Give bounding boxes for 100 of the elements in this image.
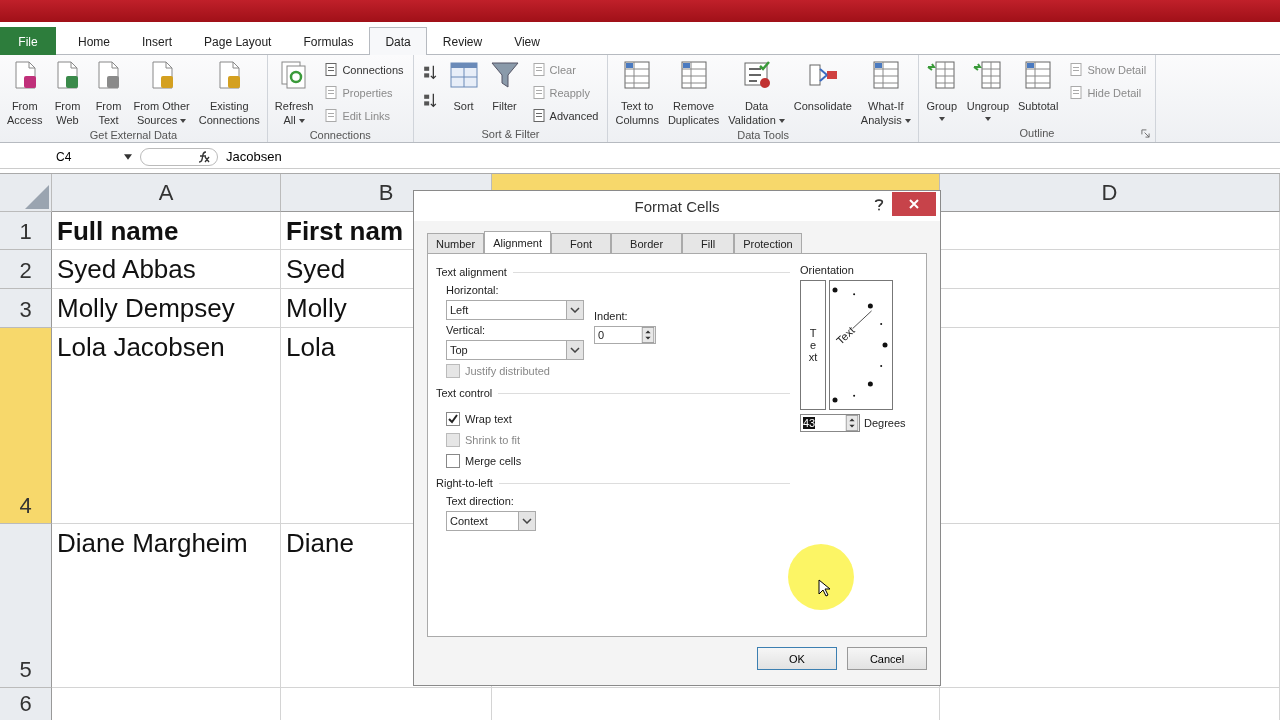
table-cell: Molly Dempsey [52,289,281,328]
outline-icon [925,59,958,91]
document-icon [531,62,546,77]
ribbon-button[interactable]: From Access [3,59,47,127]
ribbon-button[interactable]: Connections [321,59,407,80]
field-label: Indent: [594,310,628,324]
chevron-down-icon [570,347,580,353]
function-icon[interactable] [197,149,211,164]
ribbon-button[interactable]: From Text [88,59,129,127]
vertical-text-option[interactable]: Text [800,280,826,410]
ribbon-tab[interactable]: File [0,27,56,55]
group-label: Get External Data [89,128,178,141]
document-icon [324,85,339,100]
dialog-button[interactable]: Cancel [847,647,927,670]
ribbon-button[interactable]: Refresh All [270,59,318,127]
chevron-down-icon [570,307,580,313]
ribbon-button[interactable]: Advanced [528,105,602,126]
row-header[interactable]: 6 [0,688,52,720]
ribbon-button[interactable]: Sort [443,59,484,113]
table-cell: Lola Jacobsen [52,328,281,524]
checkbox[interactable] [446,412,460,426]
sort-arrow-icon [422,64,437,80]
document-icon [531,108,546,123]
ribbon-tab[interactable]: Data [369,27,427,55]
column-header[interactable]: D [940,174,1280,212]
caret-icon [984,117,991,121]
spin-arrows-icon [641,327,655,343]
table-cell: Full name [52,212,281,250]
degrees-spinner[interactable]: 43 [800,414,860,432]
ribbon-button[interactable]: Subtotal [1014,59,1063,113]
dropdown-field[interactable]: Top [446,340,584,360]
filter-icon [488,59,521,91]
ribbon-button[interactable]: What-If Analysis [856,59,915,127]
orientation-dial[interactable]: Text [829,280,893,410]
dropdown-field[interactable]: Left [446,300,584,320]
ribbon-tab[interactable]: Page Layout [188,27,288,55]
section-heading: Right-to-left [436,477,493,489]
dropdown-field[interactable]: Context [446,511,536,531]
close-icon [909,199,919,209]
document-icon [1069,62,1084,77]
row-header[interactable]: 2 [0,250,52,289]
chevron-down-icon [522,518,532,524]
group-label: Sort & Filter [481,128,540,140]
row-header[interactable]: 4 [0,328,52,524]
ribbon-button[interactable]: From Other Sources [129,59,194,127]
ribbon-tab[interactable]: Formulas [287,27,370,55]
row-header[interactable]: 5 [0,524,52,688]
ribbon-tab[interactable]: Insert [126,27,189,55]
sort-arrow-icon [422,92,437,108]
section-heading: Text control [436,387,493,399]
outline-icon [971,59,1004,91]
group-label: Data Tools [737,128,790,141]
help-icon[interactable] [874,197,884,212]
name-box[interactable]: C4 [0,149,140,164]
checkbox[interactable] [446,454,460,468]
dialog-tab[interactable]: Alignment [484,231,552,253]
row-header[interactable]: 1 [0,212,52,250]
dialog-tab[interactable]: Border [611,233,683,253]
spin-arrows-icon [845,415,859,431]
group-label: Connections [309,128,371,141]
dialog-title: Format Cells [634,197,720,215]
pointer-icon [818,579,830,597]
ribbon-button[interactable]: Existing Connections [194,59,264,127]
close-button[interactable] [892,192,936,216]
sort-icon [447,59,480,91]
column-header[interactable]: A [52,174,281,212]
caret-icon [778,119,785,124]
dialog-tab[interactable]: Number [427,233,485,253]
ribbon-button[interactable]: Group [921,59,962,121]
ribbon-button[interactable]: From Web [47,59,88,127]
caret-icon [938,117,945,121]
document-icon [324,62,339,77]
ribbon-button[interactable]: Consolidate [789,59,856,113]
ribbon-button[interactable]: Ungroup [962,59,1013,121]
ribbon-button[interactable]: Filter [484,59,525,113]
caret-icon [298,119,305,124]
dialog-tab[interactable]: Fill [682,233,735,253]
formula-field[interactable]: Jacobsen [218,149,282,164]
dialog-button[interactable]: OK [757,647,837,670]
document-icon [324,108,339,123]
caret-icon[interactable] [124,153,132,160]
ribbon-tab[interactable]: Review [426,27,499,55]
document-icon [1069,85,1084,100]
number-spinner[interactable]: 0 [594,326,656,344]
table-cell: Diane Margheim [52,524,281,688]
caret-icon [904,119,911,124]
ribbon-button[interactable]: Data Validation [724,59,789,127]
row-header[interactable]: 3 [0,289,52,328]
dialog-tab[interactable]: Protection [734,233,802,253]
ribbon-tab[interactable]: View [498,27,556,55]
dialog-tab[interactable]: Font [551,233,612,253]
dialog-launcher-icon[interactable] [1141,128,1151,138]
field-label: Degrees [864,417,906,429]
ribbon-tab[interactable]: Home [62,27,126,55]
section-heading: Orientation [800,264,855,278]
document-icon [531,85,546,100]
ribbon-button[interactable]: Remove Duplicates [663,59,724,127]
group-label: Outline [1019,127,1055,139]
ribbon-button[interactable]: Text to Columns [611,59,663,127]
caret-icon [180,119,187,124]
